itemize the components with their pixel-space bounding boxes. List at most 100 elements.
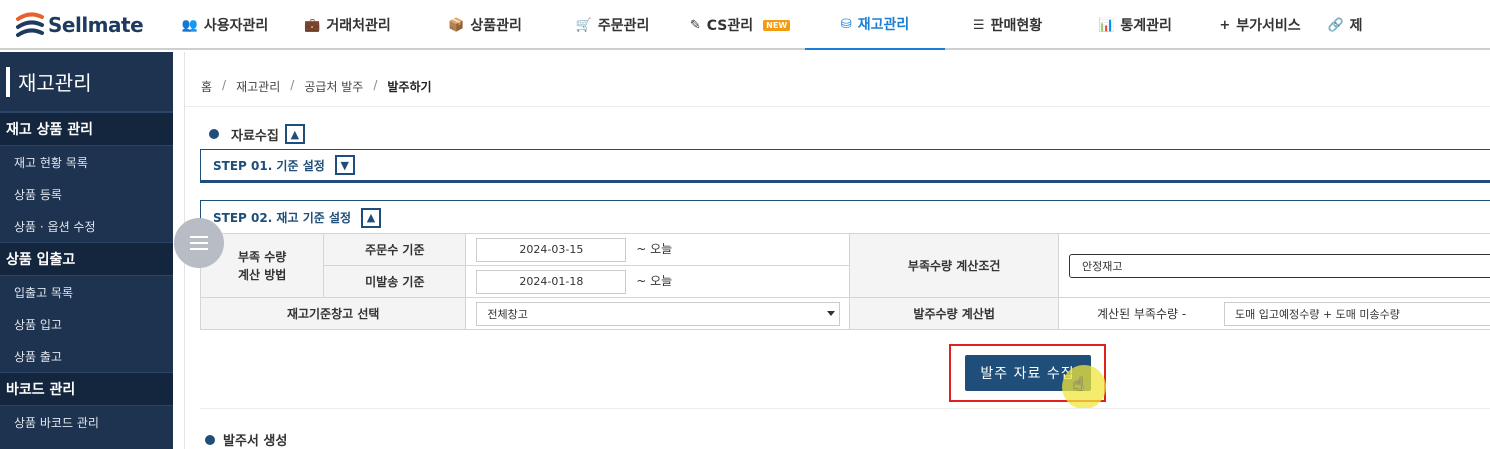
breadcrumb-separator: / — [290, 78, 295, 92]
breadcrumb-stock[interactable]: 재고관리 — [236, 78, 280, 95]
box-icon: 📦 — [448, 17, 465, 33]
nav-item-0[interactable]: 👥 사용자관리 — [175, 0, 275, 50]
warehouse-select-value: 전체창고 — [487, 307, 528, 321]
cursor-highlight — [1062, 365, 1106, 409]
sidebar-group-stock-items[interactable]: 재고 상품 관리 — [0, 112, 173, 146]
main-nav: 👥 사용자관리 💼 거래처관리 📦 상품관리 🛒 주문관리 ✎ CS관리 NEW ⛁ 재고관리 ☰ 판매현황… — [175, 0, 1370, 50]
breadcrumb-current: 발주하기 — [387, 80, 432, 94]
nav-item-4[interactable]: ✎ CS관리 NEW — [675, 0, 805, 50]
section-data-collect-title: 자료수집 — [231, 128, 279, 144]
order-qty-method-row: 계산된 부족수량 - 도매 입고예정수량 + 도매 미송수량 — [1069, 301, 1490, 326]
step1-label: STEP 01. 기준 설정 — [213, 158, 325, 173]
sidebar-item-product-register[interactable]: 상품 등록 — [0, 178, 173, 210]
order-basis-cell: 2024-03-15 ~ 오늘 — [465, 233, 851, 266]
nav-item-label: CS관리 — [706, 18, 754, 34]
menu-line — [190, 248, 208, 250]
nav-item-9[interactable]: 🔗 제 — [1320, 0, 1370, 50]
warehouse-label: 재고기준창고 선택 — [199, 297, 467, 330]
order-qty-method-label: 발주수량 계산법 — [849, 297, 1059, 330]
order-basis-date-input[interactable]: 2024-03-15 — [476, 237, 627, 262]
link-icon: 🔗 — [1327, 17, 1344, 33]
sidebar-title-bar — [6, 66, 10, 97]
section-data-collect: 자료수집 ▲ — [209, 124, 305, 144]
nav-item-label: 주문관리 — [597, 18, 650, 34]
briefcase-icon: 💼 — [304, 17, 321, 33]
sidebar-group-barcode[interactable]: 바코드 관리 — [0, 372, 173, 406]
nav-item-label: 판매현황 — [990, 18, 1043, 34]
nav-item-5[interactable]: ⛁ 재고관리 — [805, 0, 945, 50]
order-basis-label: 주문수 기준 — [323, 233, 467, 266]
chevron-up-icon[interactable]: ▲ — [284, 124, 305, 144]
nav-item-3[interactable]: 🛒 주문관리 — [550, 0, 675, 50]
sidebar-item-stock-list[interactable]: 재고 현황 목록 — [0, 146, 173, 178]
shortage-condition-input[interactable]: 안정재고 — [1069, 253, 1490, 278]
hand-cursor-icon: ☝ — [1073, 374, 1084, 395]
sidebar-title: 재고관리 — [0, 52, 173, 112]
menu-toggle-button[interactable] — [174, 218, 224, 268]
chevron-down-icon[interactable]: ▼ — [334, 155, 355, 175]
users-icon: 👥 — [181, 17, 198, 33]
step1-bar[interactable]: STEP 01. 기준 설정 ▼ — [200, 149, 1490, 183]
caret-down-icon — [827, 310, 836, 316]
sidebar-group-inout[interactable]: 상품 입출고 — [0, 242, 173, 276]
sidebar-item-product-option-edit[interactable]: 상품 · 옵션 수정 — [0, 210, 173, 242]
section-order-create-title: 발주서 생성 — [223, 434, 288, 449]
section-divider — [200, 408, 1490, 409]
main-content: 홈 / 재고관리 / 공급처 발주 / 발주하기 자료수집 ▲ STEP 01.… — [184, 52, 1490, 449]
breadcrumb-separator: / — [222, 78, 227, 92]
nav-item-1[interactable]: 💼 거래처관리 — [275, 0, 420, 50]
nav-item-8[interactable]: + 부가서비스 — [1200, 0, 1320, 50]
brand-name: Sellmate — [48, 13, 144, 37]
sellmate-logo[interactable]: Sellmate — [14, 8, 154, 42]
warehouse-select[interactable]: 전체창고 — [476, 301, 841, 326]
breadcrumb-separator: / — [373, 78, 378, 92]
nav-item-label: 사용자관리 — [203, 18, 269, 34]
nav-item-label: 부가서비스 — [1236, 18, 1301, 34]
step2-label: STEP 02. 재고 기준 설정 — [213, 211, 352, 225]
new-badge: NEW — [763, 19, 791, 31]
nav-item-6[interactable]: ☰ 판매현황 — [945, 0, 1070, 50]
step2-bar[interactable]: STEP 02. 재고 기준 설정 ▲ — [200, 200, 1490, 234]
warehouse-cell: 전체창고 — [465, 297, 851, 330]
section-order-create: 발주서 생성 — [205, 430, 287, 449]
edit-icon: ✎ — [689, 17, 701, 33]
chevron-up-icon[interactable]: ▲ — [361, 207, 382, 228]
breadcrumb-home[interactable]: 홈 — [201, 78, 212, 95]
sellmate-logo-icon — [16, 12, 44, 37]
nav-item-label: 거래처관리 — [326, 18, 391, 34]
top-navigation: Sellmate 👥 사용자관리 💼 거래처관리 📦 상품관리 🛒 주문관리 ✎ CS관리 NEW ⛁… — [0, 0, 1490, 50]
bullet-icon — [209, 129, 219, 139]
unshipped-basis-until: ~ 오늘 — [636, 274, 673, 288]
nav-item-2[interactable]: 📦 상품관리 — [420, 0, 550, 50]
menu-line — [190, 242, 208, 244]
sidebar-item-inout-list[interactable]: 입출고 목록 — [0, 276, 173, 308]
cart-icon: 🛒 — [575, 17, 592, 33]
sidebar-item-product-out[interactable]: 상품 출고 — [0, 340, 173, 372]
sidebar: 재고관리 재고 상품 관리 재고 현황 목록 상품 등록 상품 · 옵션 수정 … — [0, 52, 173, 449]
nav-item-7[interactable]: 📊 통계관리 — [1070, 0, 1200, 50]
sidebar-item-product-in[interactable]: 상품 입고 — [0, 308, 173, 340]
breadcrumb: 홈 / 재고관리 / 공급처 발주 / 발주하기 — [201, 78, 432, 95]
cubes-icon: ⛁ — [840, 16, 852, 32]
plus-icon: + — [1219, 17, 1231, 33]
breadcrumb-divider — [185, 106, 1490, 107]
nav-item-label: 재고관리 — [857, 17, 910, 33]
sidebar-title-text: 재고관리 — [18, 71, 92, 95]
unshipped-basis-cell: 2024-01-18 ~ 오늘 — [465, 265, 851, 298]
nav-item-label: 제 — [1349, 18, 1363, 34]
menu-line — [190, 236, 208, 238]
order-qty-method-select[interactable]: 도매 입고예정수량 + 도매 미송수량 — [1224, 301, 1490, 326]
nav-item-label: 상품관리 — [470, 18, 522, 34]
unshipped-basis-label: 미발송 기준 — [323, 265, 467, 298]
order-basis-until: ~ 오늘 — [636, 242, 673, 256]
bullet-icon — [205, 434, 215, 445]
unshipped-basis-date-input[interactable]: 2024-01-18 — [476, 269, 627, 294]
nav-item-label: 통계관리 — [1120, 18, 1172, 34]
order-qty-method-cell: 계산된 부족수량 - 도매 입고예정수량 + 도매 미송수량 — [1058, 297, 1490, 330]
stock-basis-form: 부족 수량 계산 방법 주문수 기준 2024-03-15 ~ 오늘 부족수량 … — [199, 233, 1490, 330]
breadcrumb-supplier-order[interactable]: 공급처 발주 — [304, 78, 363, 95]
list-icon: ☰ — [972, 17, 985, 33]
shortage-condition-cell: 안정재고 — [1058, 233, 1490, 298]
sidebar-item-barcode-manage[interactable]: 상품 바코드 관리 — [0, 406, 173, 438]
calculated-shortage-label: 계산된 부족수량 - — [1097, 307, 1187, 321]
